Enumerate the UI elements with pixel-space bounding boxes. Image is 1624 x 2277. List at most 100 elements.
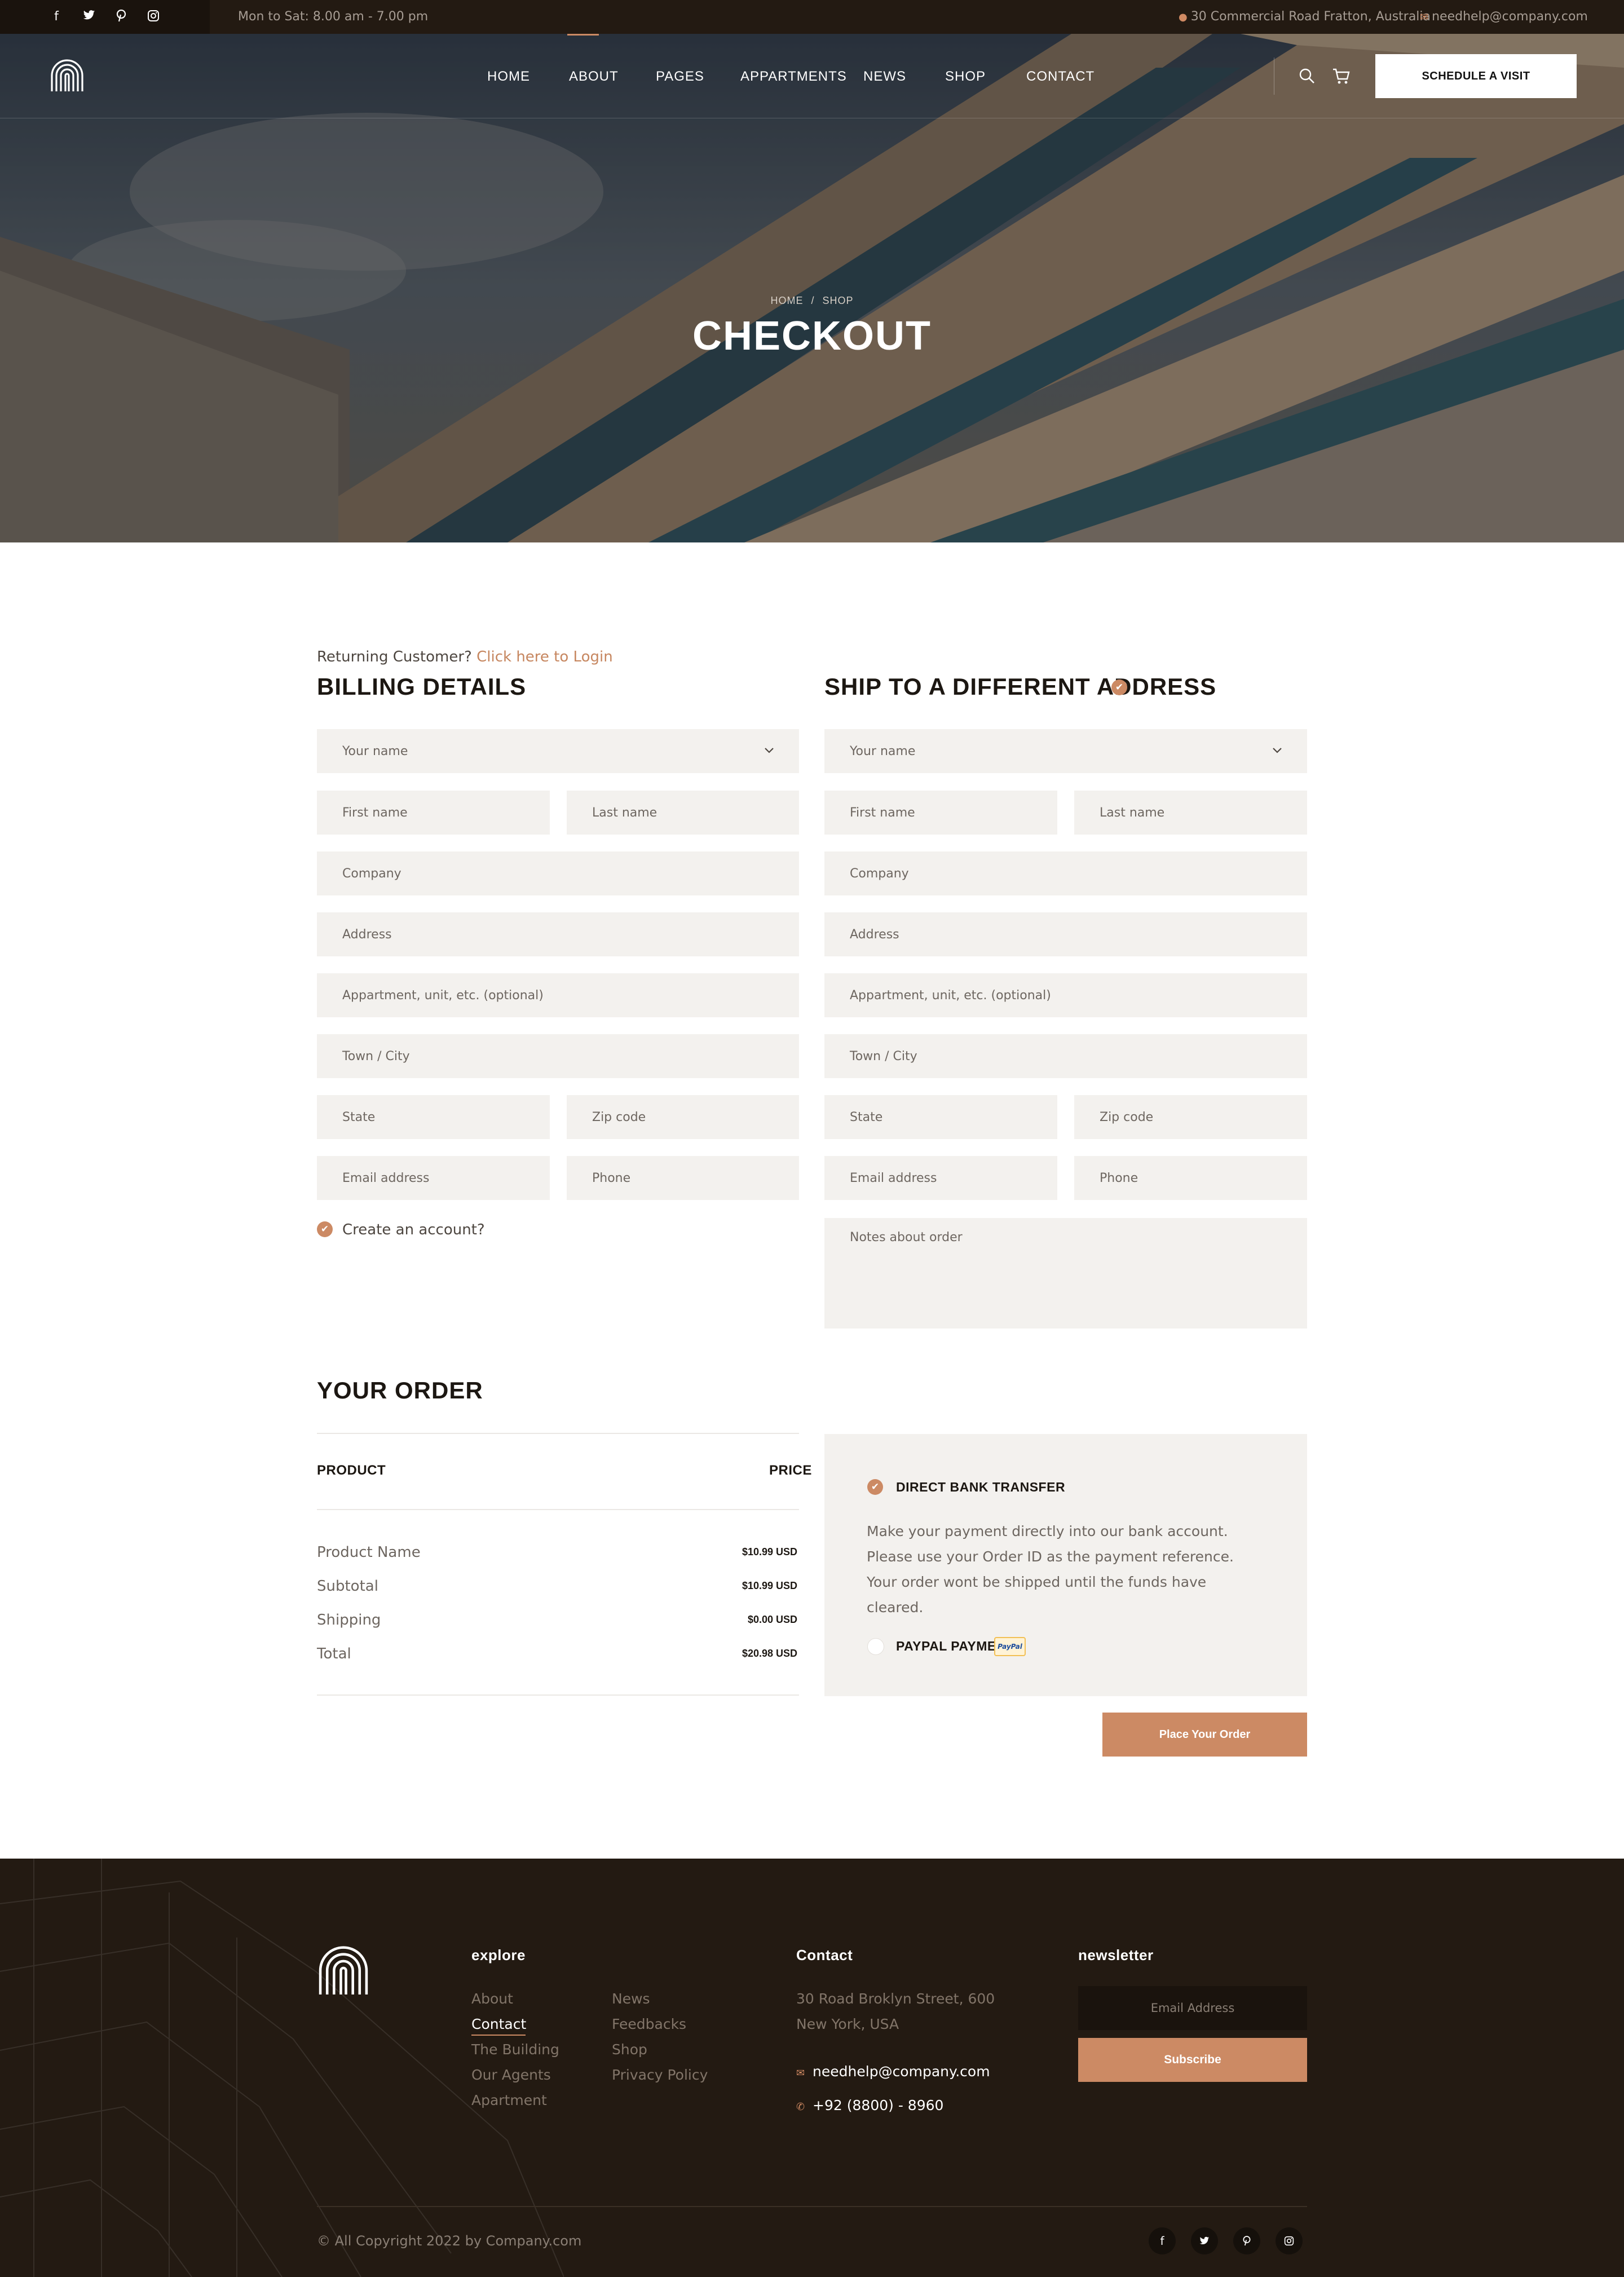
breadcrumb-separator: / xyxy=(811,295,815,306)
shipping-apartment-field[interactable]: Appartment, unit, etc. (optional) xyxy=(824,973,1307,1017)
shipping-title: SHIP TO A DIFFERENT ADDRESS xyxy=(824,673,1217,700)
footer-link-news[interactable]: News xyxy=(612,1991,650,2007)
bank-transfer-description: Make your payment directly into our bank… xyxy=(867,1523,1234,1616)
paypal-logo: PayPal xyxy=(994,1637,1026,1656)
search-icon[interactable] xyxy=(1299,68,1316,85)
opening-hours: Mon to Sat: 8.00 am - 7.00 pm xyxy=(238,10,429,24)
top-address-text: 30 Commercial Road Fratton, Australia xyxy=(1190,10,1431,24)
footer-phone[interactable]: ✆ +92 (8800) - 8960 xyxy=(796,2097,943,2113)
twitter-icon[interactable] xyxy=(82,10,96,24)
instagram-icon[interactable] xyxy=(146,10,161,24)
nav-active-indicator xyxy=(567,34,599,36)
create-account-label[interactable]: Create an account? xyxy=(342,1221,485,1238)
breadcrumb: HOME / SHOP xyxy=(0,295,1624,307)
returning-text: Returning Customer? xyxy=(317,648,472,665)
shipping-company-field[interactable]: Company xyxy=(824,851,1307,895)
footer-link-feedbacks[interactable]: Feedbacks xyxy=(612,2016,686,2032)
footer-email[interactable]: ✉ needhelp@company.com xyxy=(796,2063,990,2080)
billing-state-field[interactable]: State xyxy=(317,1095,550,1139)
footer-link-agents[interactable]: Our Agents xyxy=(471,2067,551,2083)
nav-shop[interactable]: SHOP xyxy=(945,69,986,85)
footer-newsletter-title: newsletter xyxy=(1078,1947,1154,1963)
nav-pages[interactable]: PAGES xyxy=(656,69,704,85)
billing-apartment-field[interactable]: Appartment, unit, etc. (optional) xyxy=(317,973,799,1017)
shipping-email-field[interactable]: Email address xyxy=(824,1156,1057,1200)
shipping-your-name-label: Your name xyxy=(850,744,916,758)
billing-city-field[interactable]: Town / City xyxy=(317,1034,799,1078)
chevron-down-icon xyxy=(1273,748,1282,753)
divider xyxy=(317,1509,799,1510)
main-navigation: HOME ABOUT PAGES APPARTMENTS NEWS SHOP C… xyxy=(0,34,1624,118)
footer-phone-text[interactable]: +92 (8800) - 8960 xyxy=(813,2097,943,2113)
footer-link-about[interactable]: About xyxy=(471,1991,513,2007)
pinterest-icon[interactable] xyxy=(114,9,129,24)
shipping-first-name-field[interactable]: First name xyxy=(824,791,1057,835)
cart-icon[interactable] xyxy=(1332,68,1350,85)
footer-address-line2: New York, USA xyxy=(796,2016,899,2032)
billing-title: BILLING DETAILS xyxy=(317,673,527,700)
billing-last-name-field[interactable]: Last name xyxy=(567,791,799,835)
pinterest-icon[interactable] xyxy=(1233,2227,1260,2254)
order-row-value: $20.98 USD xyxy=(742,1648,797,1659)
footer-link-privacy[interactable]: Privacy Policy xyxy=(612,2067,708,2083)
shipping-city-field[interactable]: Town / City xyxy=(824,1034,1307,1078)
billing-address-field[interactable]: Address xyxy=(317,912,799,956)
schedule-visit-button[interactable]: SCHEDULE A VISIT xyxy=(1375,54,1577,98)
facebook-icon[interactable]: f xyxy=(1149,2227,1176,2254)
footer-divider xyxy=(317,2206,1307,2207)
billing-email-field[interactable]: Email address xyxy=(317,1156,550,1200)
create-account-checkbox[interactable]: ✔ xyxy=(317,1221,333,1237)
shipping-your-name-select[interactable]: Your name xyxy=(824,729,1307,773)
footer-link-building[interactable]: The Building xyxy=(471,2041,559,2058)
top-bar: f Mon to Sat: 8.00 am - 7.00 pm ● 30 Comm… xyxy=(0,0,1624,34)
top-email-text[interactable]: needhelp@company.com xyxy=(1432,10,1588,24)
place-order-button[interactable]: Place Your Order xyxy=(1102,1713,1307,1757)
footer-link-contact[interactable]: Contact xyxy=(471,2016,526,2032)
payment-methods-panel: ✔ DIRECT BANK TRANSFER Make your payment… xyxy=(824,1434,1307,1696)
top-email[interactable]: ✉ needhelp@company.com xyxy=(1420,10,1588,24)
footer-explore-title: explore xyxy=(471,1947,526,1963)
billing-first-name-field[interactable]: First name xyxy=(317,791,550,835)
col-product-header: PRODUCT xyxy=(317,1463,386,1478)
billing-company-field[interactable]: Company xyxy=(317,851,799,895)
nav-home[interactable]: HOME xyxy=(487,69,530,85)
page-title: CHECKOUT xyxy=(692,314,932,359)
shipping-zip-field[interactable]: Zip code xyxy=(1074,1095,1307,1139)
company-logo[interactable] xyxy=(50,58,85,92)
nav-contact[interactable]: CONTACT xyxy=(1026,69,1095,85)
shipping-last-name-field[interactable]: Last name xyxy=(1074,791,1307,835)
bank-transfer-label[interactable]: DIRECT BANK TRANSFER xyxy=(896,1480,1065,1495)
newsletter-email-input[interactable]: Email Address xyxy=(1078,1986,1307,2030)
billing-phone-field[interactable]: Phone xyxy=(567,1156,799,1200)
phone-icon: ✆ xyxy=(796,2101,805,2113)
ship-different-checkbox[interactable]: ✔ xyxy=(1111,679,1127,695)
footer-email-text[interactable]: needhelp@company.com xyxy=(813,2063,990,2080)
envelope-icon: ✉ xyxy=(796,2067,805,2079)
breadcrumb-home[interactable]: HOME xyxy=(770,295,803,306)
nav-about[interactable]: ABOUT xyxy=(569,69,619,85)
footer-logo[interactable] xyxy=(317,1943,370,1996)
nav-appartments[interactable]: APPARTMENTS xyxy=(740,69,847,85)
paypal-radio[interactable] xyxy=(867,1638,884,1655)
instagram-icon[interactable] xyxy=(1276,2227,1303,2254)
envelope-icon: ✉ xyxy=(1420,11,1429,23)
shipping-state-field[interactable]: State xyxy=(824,1095,1057,1139)
subscribe-button[interactable]: Subscribe xyxy=(1078,2038,1307,2082)
footer-link-shop[interactable]: Shop xyxy=(612,2041,647,2058)
nav-news[interactable]: NEWS xyxy=(863,69,906,85)
facebook-icon[interactable]: f xyxy=(49,10,64,24)
twitter-icon[interactable] xyxy=(1191,2227,1218,2254)
billing-your-name-select[interactable]: Your name xyxy=(317,729,799,773)
billing-zip-field[interactable]: Zip code xyxy=(567,1095,799,1139)
footer-link-apartment[interactable]: Apartment xyxy=(471,2092,547,2108)
footer-address-line1: 30 Road Broklyn Street, 600 xyxy=(796,1991,995,2007)
order-row-value: $10.99 USD xyxy=(742,1546,797,1557)
top-address: ● 30 Commercial Road Fratton, Australia xyxy=(1179,10,1431,24)
shipping-phone-field[interactable]: Phone xyxy=(1074,1156,1307,1200)
login-link[interactable]: Click here to Login xyxy=(476,648,613,665)
shipping-address-field[interactable]: Address xyxy=(824,912,1307,956)
bank-transfer-radio[interactable]: ✔ xyxy=(867,1479,883,1495)
order-notes-textarea[interactable]: Notes about order xyxy=(824,1218,1307,1329)
col-price-header: PRICE xyxy=(769,1463,812,1478)
order-row-label: Total xyxy=(317,1645,351,1662)
